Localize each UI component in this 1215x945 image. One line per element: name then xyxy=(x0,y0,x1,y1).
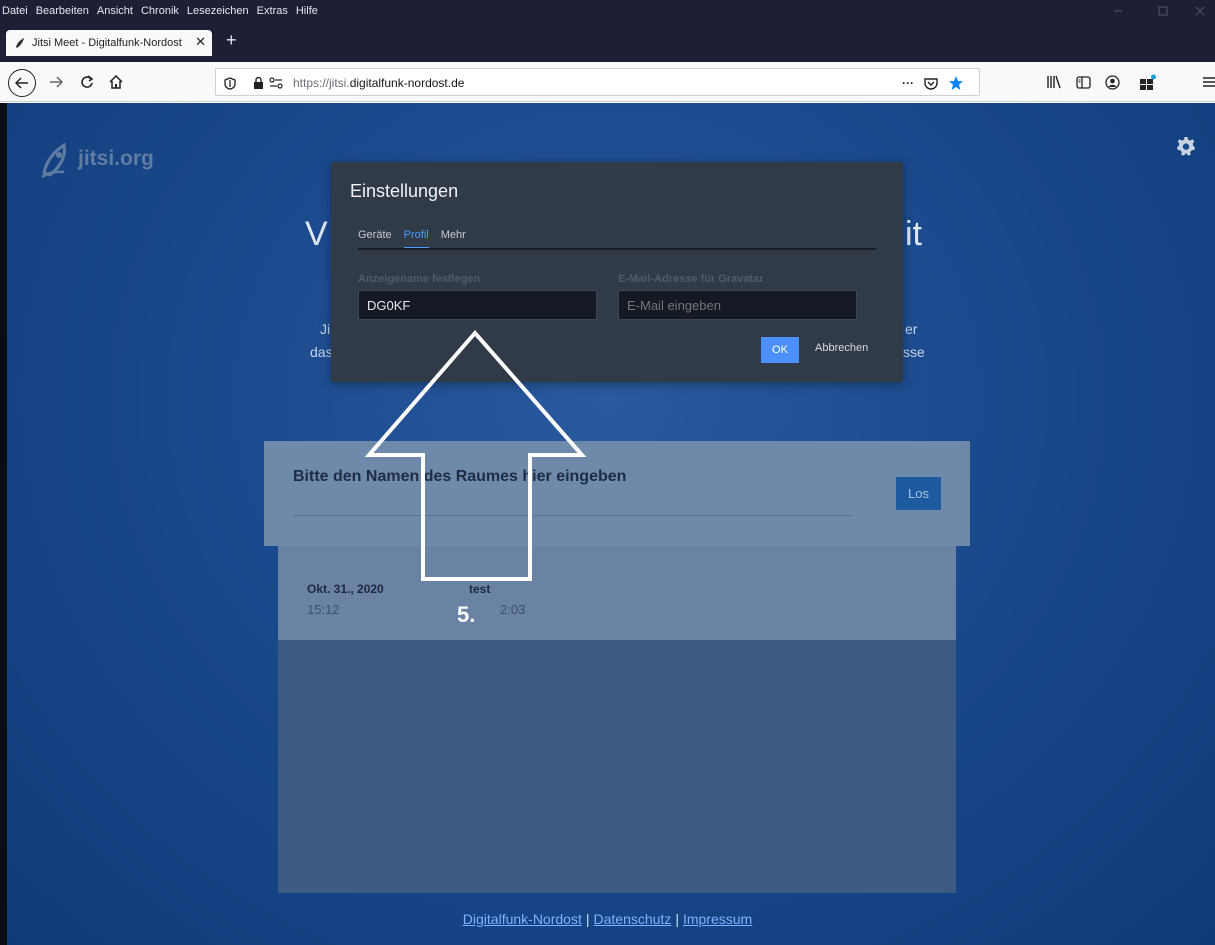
sidebar-icon[interactable] xyxy=(1072,71,1094,93)
bookmark-star-icon[interactable] xyxy=(946,73,966,93)
email-label: E-Mail-Adresse für Gravatar xyxy=(618,273,764,285)
reload-icon xyxy=(81,75,94,88)
menu-bearbeiten[interactable]: Bearbeiten xyxy=(32,5,93,17)
home-button[interactable] xyxy=(104,70,128,94)
settings-dialog: Einstellungen Geräte Profil Mehr Anzeige… xyxy=(331,162,903,382)
meeting-name: test xyxy=(469,582,491,596)
jitsi-logo[interactable]: jitsi.org xyxy=(38,139,154,179)
menu-hilfe[interactable]: Hilfe xyxy=(292,5,322,17)
meeting-time: 15:12 xyxy=(307,602,340,617)
room-name-input[interactable]: Bitte den Namen des Raumes hier eingeben xyxy=(293,468,626,486)
footer-separator: | xyxy=(675,911,679,927)
footer-link-impressum[interactable]: Impressum xyxy=(683,911,752,927)
new-tab-button[interactable]: + xyxy=(226,30,237,50)
menu-lesezeichen[interactable]: Lesezeichen xyxy=(183,5,253,17)
tab-close-icon[interactable]: ✕ xyxy=(195,34,206,50)
hero-desc-line1-right: er xyxy=(905,321,918,337)
forward-arrow-icon xyxy=(50,76,63,88)
tabs-divider xyxy=(358,248,876,250)
back-arrow-icon xyxy=(15,77,28,89)
tab-geraete[interactable]: Geräte xyxy=(358,229,392,249)
tab-bar: Jitsi Meet - Digitalfunk-Nordost ✕ + xyxy=(0,22,1215,62)
url-bar[interactable]: https://jitsi.digitalfunk-nordost.de ··· xyxy=(215,68,980,96)
jitsi-logo-icon xyxy=(41,142,66,179)
home-icon xyxy=(109,75,123,89)
display-name-input[interactable] xyxy=(358,290,597,320)
menu-bar: Datei Bearbeiten Ansicht Chronik Lesezei… xyxy=(0,0,1215,22)
window-close-icon[interactable] xyxy=(1180,0,1215,22)
pocket-icon[interactable] xyxy=(921,73,941,93)
tab-mehr[interactable]: Mehr xyxy=(441,229,466,249)
settings-tabs: Geräte Profil Mehr xyxy=(358,229,478,249)
logo-text: jitsi.org xyxy=(78,147,154,170)
nav-bar: https://jitsi.digitalfunk-nordost.de ··· xyxy=(0,62,1215,102)
menu-extras[interactable]: Extras xyxy=(253,5,292,17)
library-icon[interactable] xyxy=(1043,71,1065,93)
back-button[interactable] xyxy=(8,69,36,97)
hamburger-menu-icon[interactable] xyxy=(1198,71,1215,93)
permissions-icon[interactable] xyxy=(266,73,286,93)
forward-button[interactable] xyxy=(44,70,68,94)
tab-jitsi-meet[interactable]: Jitsi Meet - Digitalfunk-Nordost ✕ xyxy=(6,30,212,56)
meeting-date: Okt. 31., 2020 xyxy=(307,582,384,596)
recent-meeting-row[interactable]: Okt. 31., 2020 15:12 test 2:03 xyxy=(278,546,956,640)
meeting-duration: 2:03 xyxy=(500,602,526,617)
shield-icon[interactable] xyxy=(220,73,240,93)
window-left-border xyxy=(0,103,7,945)
tab-title: Jitsi Meet - Digitalfunk-Nordost xyxy=(32,37,182,49)
menu-datei[interactable]: Datei xyxy=(0,5,32,17)
minimize-icon[interactable] xyxy=(1098,0,1138,22)
room-input-underline xyxy=(293,515,853,516)
menu-chronik[interactable]: Chronik xyxy=(137,5,183,17)
hero-desc-line2-left: das xyxy=(310,344,333,360)
footer-link-datenschutz[interactable]: Datenschutz xyxy=(594,911,672,927)
hero-desc-line1-left: Ji xyxy=(320,321,331,337)
dialog-title: Einstellungen xyxy=(350,181,459,201)
go-button[interactable]: Los xyxy=(896,477,941,510)
account-icon[interactable] xyxy=(1101,71,1123,93)
page-actions-icon[interactable]: ··· xyxy=(898,73,918,93)
url-domain: digitalfunk-nordost.de xyxy=(349,76,465,90)
url-text[interactable]: https://jitsi.digitalfunk-nordost.de xyxy=(293,76,464,90)
footer-link-digitalfunk[interactable]: Digitalfunk-Nordost xyxy=(463,911,582,927)
display-name-label: Anzeigename festlegen xyxy=(358,273,481,285)
hero-title-left: V xyxy=(305,215,328,253)
email-input[interactable] xyxy=(618,290,857,320)
settings-gear-icon[interactable] xyxy=(1176,136,1196,156)
extensions-icon[interactable] xyxy=(1137,71,1159,93)
hero-desc-line2-right: sse xyxy=(903,344,925,360)
hero-title-right: it xyxy=(905,215,922,253)
recent-meetings-list: Okt. 31., 2020 15:12 test 2:03 xyxy=(278,546,956,893)
menu-ansicht[interactable]: Ansicht xyxy=(93,5,137,17)
cancel-button[interactable]: Abbrechen xyxy=(815,342,868,354)
footer-separator: | xyxy=(585,911,590,927)
tab-profil[interactable]: Profil xyxy=(403,229,429,249)
jitsi-favicon-icon xyxy=(16,38,24,48)
lock-icon[interactable] xyxy=(248,73,268,93)
ok-button[interactable]: OK xyxy=(761,337,799,363)
url-prefix: https://jitsi. xyxy=(293,76,350,90)
enter-room-panel: Bitte den Namen des Raumes hier eingeben… xyxy=(264,441,970,546)
annotation-step-number: 5. xyxy=(457,602,476,627)
footer: Digitalfunk-Nordost | Datenschutz | Impressu… xyxy=(0,911,1215,927)
maximize-icon[interactable] xyxy=(1143,0,1183,22)
reload-button[interactable] xyxy=(75,70,99,94)
